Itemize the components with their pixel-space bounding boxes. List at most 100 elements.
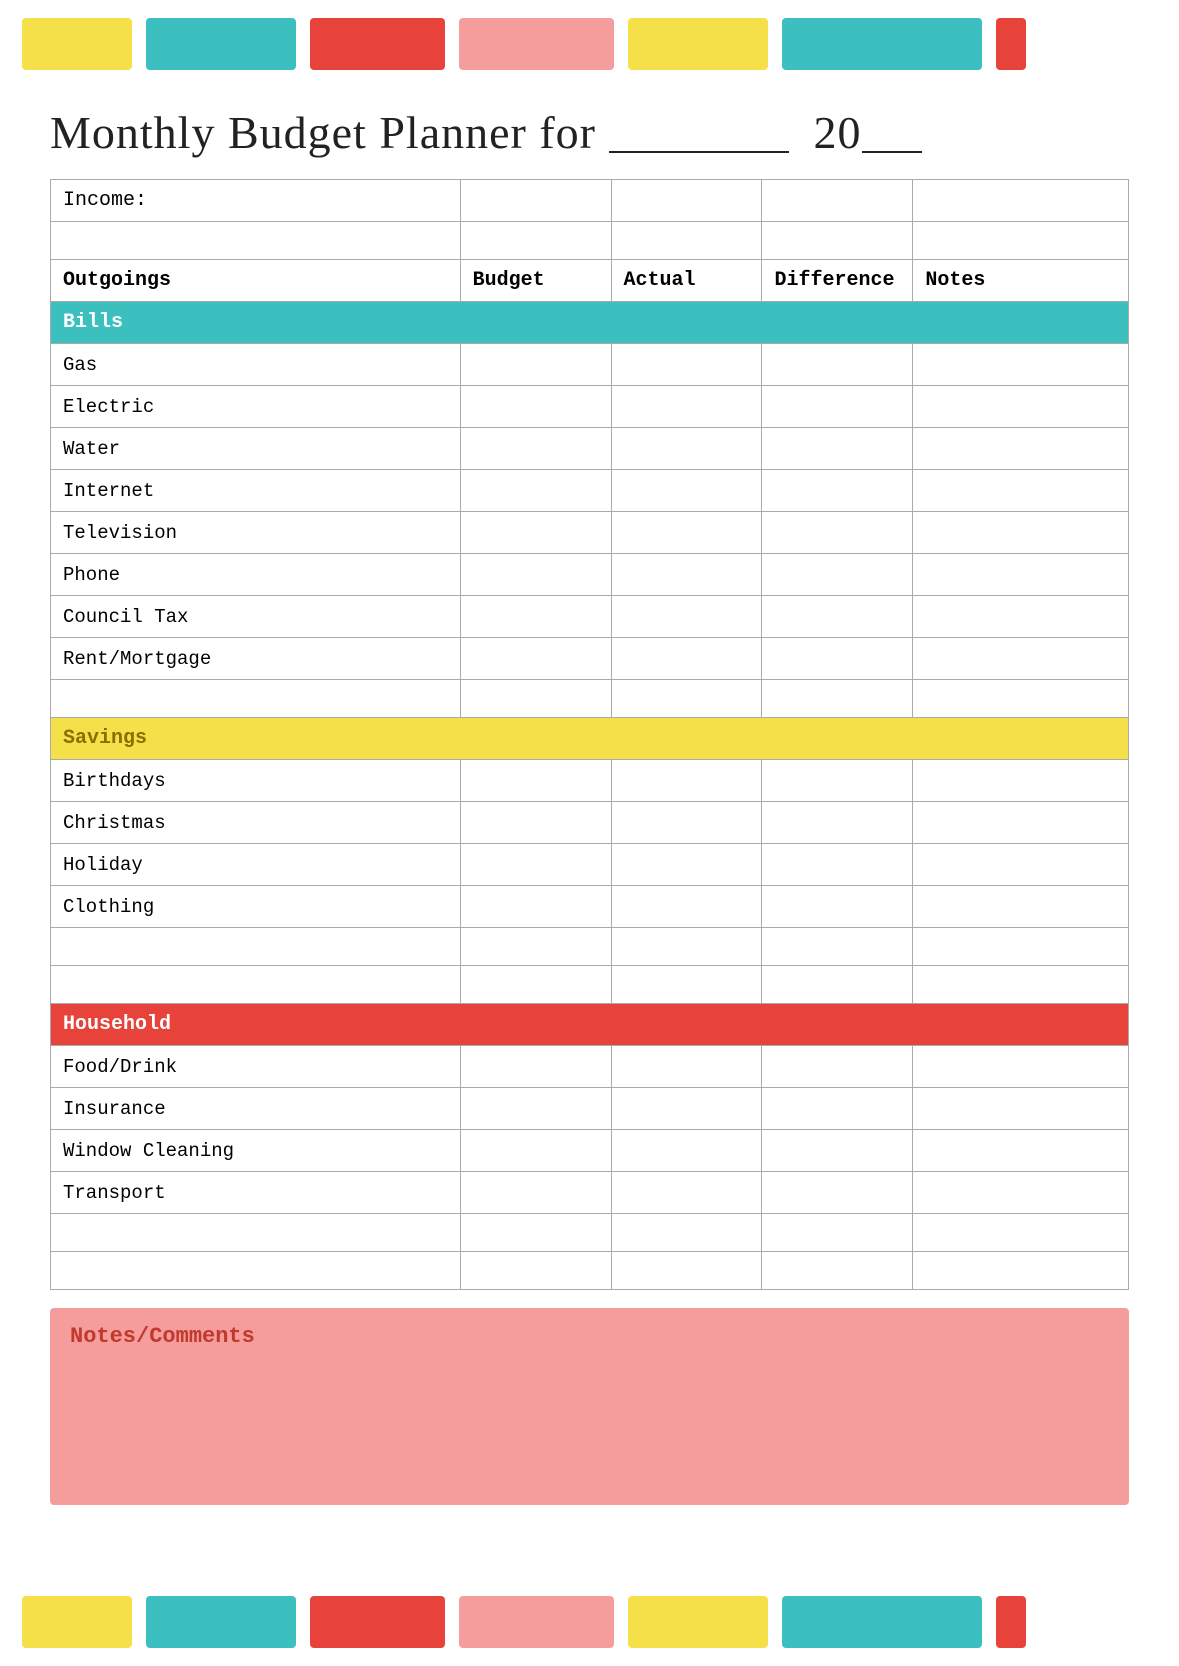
bottom-bars	[0, 1578, 1179, 1666]
window-cleaning-notes	[913, 1130, 1129, 1172]
income-row: Income:	[51, 180, 1129, 222]
holiday-actual	[611, 844, 762, 886]
top-bar-yellow-1	[22, 18, 132, 70]
tv-notes	[913, 512, 1129, 554]
food-notes	[913, 1046, 1129, 1088]
item-christmas: Christmas	[51, 802, 461, 844]
bottom-bar-red-small	[996, 1596, 1026, 1648]
item-council-tax: Council Tax	[51, 596, 461, 638]
water-budget	[460, 428, 611, 470]
bottom-bar-teal-2	[782, 1596, 982, 1648]
title-main-text: Monthly Budget Planner for	[50, 107, 596, 158]
internet-budget	[460, 470, 611, 512]
internet-notes	[913, 470, 1129, 512]
rent-diff	[762, 638, 913, 680]
insurance-diff	[762, 1088, 913, 1130]
top-bar-teal-2	[782, 18, 982, 70]
col-header-difference: Difference	[762, 260, 913, 302]
notes-comments-box: Notes/Comments	[50, 1308, 1129, 1505]
birthdays-diff	[762, 760, 913, 802]
clothing-diff	[762, 886, 913, 928]
col-header-outgoings: Outgoings	[51, 260, 461, 302]
water-diff	[762, 428, 913, 470]
savings-label: Savings	[51, 718, 1129, 760]
empty-row-4	[51, 966, 1129, 1004]
council-tax-notes	[913, 596, 1129, 638]
council-tax-actual	[611, 596, 762, 638]
transport-diff	[762, 1172, 913, 1214]
electric-diff	[762, 386, 913, 428]
income-diff-cell	[762, 180, 913, 222]
holiday-diff	[762, 844, 913, 886]
bottom-bar-teal-1	[146, 1596, 296, 1648]
notes-comments-content	[70, 1359, 1109, 1489]
item-gas: Gas	[51, 344, 461, 386]
item-holiday: Holiday	[51, 844, 461, 886]
electric-notes	[913, 386, 1129, 428]
top-bars	[0, 0, 1179, 88]
electric-actual	[611, 386, 762, 428]
title-year-prefix: 20	[814, 107, 862, 158]
table-row: Rent/Mortgage	[51, 638, 1129, 680]
table-row: Transport	[51, 1172, 1129, 1214]
food-actual	[611, 1046, 762, 1088]
page: Monthly Budget Planner for 20 Income:	[0, 0, 1179, 1666]
table-row: Electric	[51, 386, 1129, 428]
christmas-actual	[611, 802, 762, 844]
insurance-actual	[611, 1088, 762, 1130]
phone-notes	[913, 554, 1129, 596]
christmas-notes	[913, 802, 1129, 844]
window-cleaning-budget	[460, 1130, 611, 1172]
clothing-budget	[460, 886, 611, 928]
notes-comments-title: Notes/Comments	[70, 1324, 1109, 1349]
item-rent-mortgage: Rent/Mortgage	[51, 638, 461, 680]
income-notes-cell	[913, 180, 1129, 222]
col-header-actual: Actual	[611, 260, 762, 302]
gas-budget	[460, 344, 611, 386]
item-internet: Internet	[51, 470, 461, 512]
electric-budget	[460, 386, 611, 428]
holiday-notes	[913, 844, 1129, 886]
section-savings-header: Savings	[51, 718, 1129, 760]
window-cleaning-diff	[762, 1130, 913, 1172]
clothing-notes	[913, 886, 1129, 928]
title-name-line	[609, 98, 789, 153]
table-row: Television	[51, 512, 1129, 554]
empty-row-3	[51, 928, 1129, 966]
christmas-budget	[460, 802, 611, 844]
item-window-cleaning: Window Cleaning	[51, 1130, 461, 1172]
birthdays-budget	[460, 760, 611, 802]
transport-notes	[913, 1172, 1129, 1214]
table-row: Internet	[51, 470, 1129, 512]
birthdays-actual	[611, 760, 762, 802]
transport-budget	[460, 1172, 611, 1214]
household-label: Household	[51, 1004, 1129, 1046]
income-budget-cell	[460, 180, 611, 222]
column-header-row: Outgoings Budget Actual Difference Notes	[51, 260, 1129, 302]
item-birthdays: Birthdays	[51, 760, 461, 802]
tv-diff	[762, 512, 913, 554]
council-tax-diff	[762, 596, 913, 638]
item-phone: Phone	[51, 554, 461, 596]
gas-notes	[913, 344, 1129, 386]
col-header-notes: Notes	[913, 260, 1129, 302]
income-label: Income:	[51, 180, 461, 222]
insurance-budget	[460, 1088, 611, 1130]
transport-actual	[611, 1172, 762, 1214]
internet-diff	[762, 470, 913, 512]
insurance-notes	[913, 1088, 1129, 1130]
christmas-diff	[762, 802, 913, 844]
bottom-bar-yellow-2	[628, 1596, 768, 1648]
section-household-header: Household	[51, 1004, 1129, 1046]
table-row: Window Cleaning	[51, 1130, 1129, 1172]
table-row: Insurance	[51, 1088, 1129, 1130]
item-clothing: Clothing	[51, 886, 461, 928]
item-transport: Transport	[51, 1172, 461, 1214]
item-television: Television	[51, 512, 461, 554]
budget-table: Income: Outgoings Budget Actual Differen…	[50, 179, 1129, 1290]
table-row: Clothing	[51, 886, 1129, 928]
bottom-bar-pink-1	[459, 1596, 614, 1648]
phone-budget	[460, 554, 611, 596]
col-header-budget: Budget	[460, 260, 611, 302]
tv-budget	[460, 512, 611, 554]
